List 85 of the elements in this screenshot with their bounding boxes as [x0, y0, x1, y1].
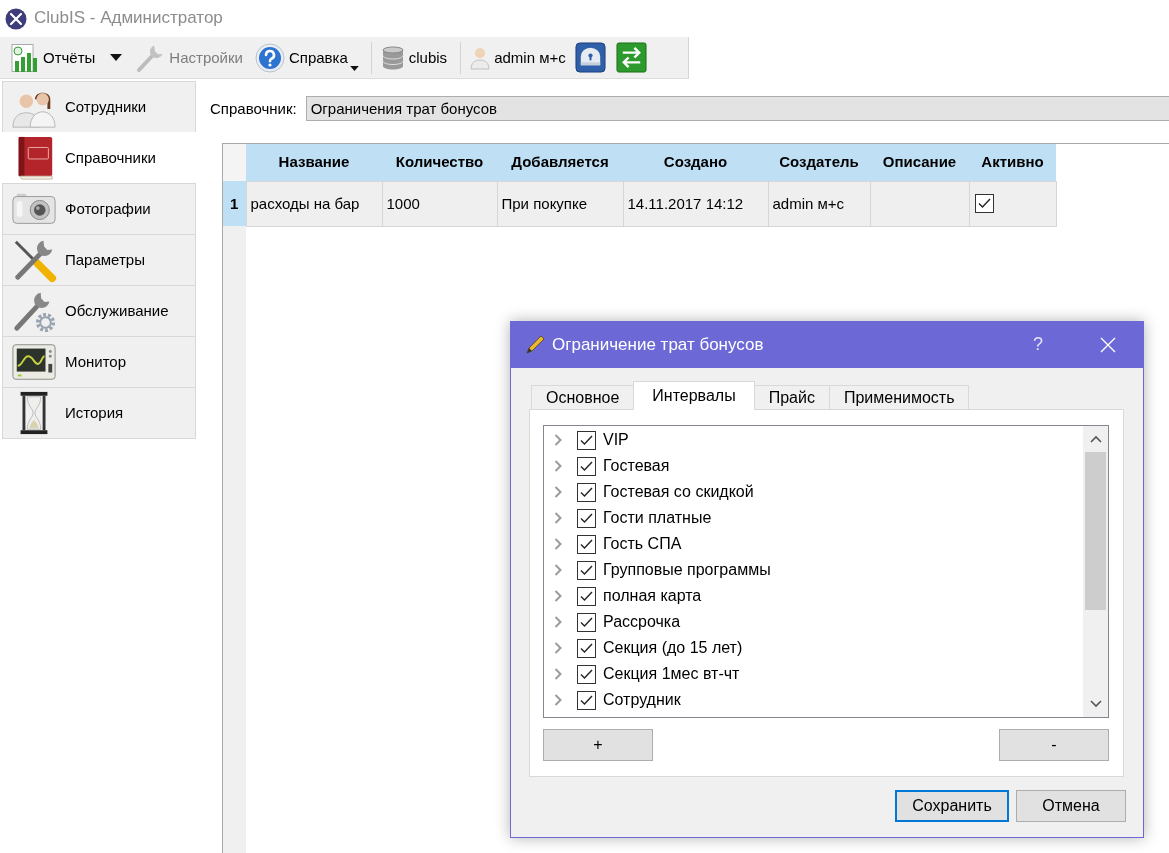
chevron-icon[interactable] [554, 668, 562, 680]
add-button[interactable]: + [543, 729, 653, 761]
column-header: Количество [382, 144, 497, 181]
tree-item-label: Гость СПА [603, 534, 682, 554]
field-label: Справочник: [210, 99, 297, 118]
caret-icon [110, 54, 123, 61]
dialog-button[interactable]: Отмена [1016, 790, 1126, 822]
checkbox[interactable] [577, 534, 596, 554]
tree-item-label: Гости платные [603, 508, 712, 528]
tree-item-label: Сотрудник [603, 690, 681, 710]
sidebar-item[interactable]: Сотрудники [2, 81, 196, 133]
toolbar-button[interactable]: Справка [251, 39, 359, 76]
checkbox[interactable] [577, 638, 596, 658]
column-header: Название [246, 144, 382, 181]
table-cell: 1000 [382, 181, 497, 226]
chevron-icon[interactable] [554, 460, 562, 472]
scrollbar-thumb[interactable] [1085, 452, 1106, 610]
tree-item-label: Рассрочка [603, 612, 681, 632]
table-cell: При покупке [497, 181, 623, 226]
tab[interactable]: Интервалы [633, 381, 755, 410]
row-number: 1 [223, 181, 246, 226]
tab[interactable]: Прайс [753, 385, 830, 409]
toolbar-button[interactable]: Отчёты [6, 39, 99, 76]
chart-icon [9, 42, 39, 73]
sidebar-item[interactable]: История [2, 387, 196, 439]
caret-icon [349, 65, 359, 71]
chevron-down-icon[interactable] [1089, 700, 1102, 708]
sidebar-item[interactable]: Монитор [2, 336, 196, 388]
table-cell: 14.11.2017 14:12 [623, 181, 768, 226]
table-cell: расходы на бар [246, 181, 382, 226]
dialog-title: Ограничение трат бонусов [552, 334, 765, 356]
tree-item-label: Гостевая [603, 456, 670, 476]
database-icon [380, 45, 405, 70]
tree-item-label: Гостевая со скидкой [603, 482, 754, 502]
chevron-icon[interactable] [554, 564, 562, 576]
pencil-icon [524, 334, 546, 356]
sidebar-item[interactable]: Фотографии [2, 183, 196, 235]
tab[interactable]: Применимость [828, 385, 970, 409]
app-icon [5, 7, 27, 30]
toolbar-button[interactable]: admin м+с [467, 39, 569, 76]
window-title: ClubIS - Администратор [34, 8, 223, 29]
chevron-icon[interactable] [554, 590, 562, 602]
checkbox[interactable] [577, 508, 596, 528]
tree-item-label: Групповые программы [603, 560, 771, 580]
column-header: Описание [870, 144, 969, 181]
chevron-icon[interactable] [554, 512, 562, 524]
checkbox[interactable] [577, 430, 596, 450]
column-header: Добавляется [497, 144, 623, 181]
directory-field[interactable]: Ограничения трат бонусов [305, 96, 1169, 121]
sidebar-item[interactable]: Обслуживание [2, 285, 196, 337]
chevron-icon[interactable] [554, 486, 562, 498]
user-icon [470, 45, 491, 70]
chevron-icon[interactable] [554, 434, 562, 446]
scrollbar[interactable] [1083, 426, 1108, 717]
swap-arrows-icon[interactable] [615, 42, 647, 73]
column-header: Создатель [768, 144, 870, 181]
table-cell: admin м+с [768, 181, 870, 226]
checkbox[interactable] [577, 690, 596, 710]
help-button[interactable]: ? [1028, 334, 1048, 356]
tree-item-label: полная карта [603, 586, 702, 606]
chevron-icon[interactable] [554, 642, 562, 654]
chevron-icon[interactable] [554, 616, 562, 628]
column-header: Создано [623, 144, 768, 181]
remove-button[interactable]: - [999, 729, 1109, 761]
checkbox[interactable] [577, 482, 596, 502]
checkbox[interactable] [577, 456, 596, 476]
lock-icon[interactable] [574, 42, 606, 73]
dialog-button[interactable]: Сохранить [895, 790, 1009, 822]
tab[interactable]: Основное [531, 385, 635, 409]
column-header: Активно [969, 144, 1056, 181]
checkbox[interactable] [577, 664, 596, 684]
chevron-icon[interactable] [554, 538, 562, 550]
checkbox[interactable] [577, 560, 596, 580]
chevron-icon[interactable] [554, 694, 562, 706]
chevron-up-icon[interactable] [1089, 435, 1102, 443]
tree-item-label: VIP [603, 430, 629, 450]
checkbox[interactable] [577, 612, 596, 632]
tree-item-label: Секция 1мес вт-чт [603, 664, 740, 684]
sidebar-item[interactable]: Параметры [2, 234, 196, 286]
tree-item-label: Секция (до 15 лет) [603, 638, 743, 658]
checkbox[interactable] [974, 194, 994, 213]
checkbox[interactable] [577, 586, 596, 606]
toolbar-button[interactable]: clubis [377, 39, 451, 76]
close-icon[interactable] [1100, 337, 1116, 353]
help-icon [254, 42, 285, 73]
